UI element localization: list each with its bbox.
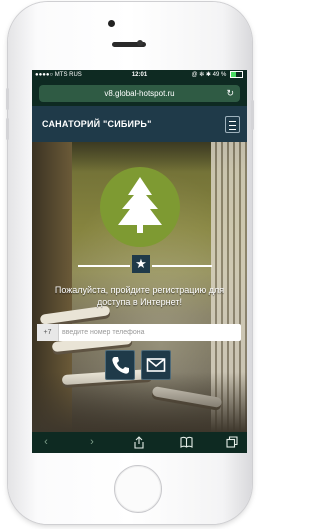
browser-address-bar: v8.global-hotspot.ru ↻ — [32, 81, 247, 106]
reload-icon[interactable]: ↻ — [226, 85, 234, 102]
power-button[interactable] — [251, 100, 254, 130]
divider-right — [152, 265, 212, 267]
phone-number-input[interactable] — [62, 324, 237, 341]
url-text: v8.global-hotspot.ru — [104, 89, 175, 98]
email-auth-button[interactable] — [141, 350, 171, 380]
forward-icon[interactable]: › — [82, 432, 102, 453]
status-right: @ ✻ ✱ 49 % — [191, 70, 243, 81]
share-icon[interactable] — [129, 432, 149, 453]
back-icon[interactable]: ‹ — [36, 432, 56, 453]
url-field[interactable]: v8.global-hotspot.ru ↻ — [39, 85, 240, 102]
status-indicators: @ ✻ ✱ — [191, 72, 211, 78]
front-camera-icon — [108, 20, 115, 27]
divider-left — [78, 265, 130, 267]
registration-prompt: Пожалуйста, пройдите регистрацию для дос… — [38, 284, 241, 308]
phone-auth-button[interactable] — [105, 350, 135, 380]
hamburger-menu-button[interactable] — [225, 116, 240, 133]
battery-percent: 49 % — [212, 72, 227, 78]
phone-screen: ●●●●○ MTS RUS 12:01 @ ✻ ✱ 49 % v8.global… — [32, 70, 247, 453]
phone-input-group: +7 — [37, 324, 241, 341]
prompt-line-1: Пожалуйста, пройдите регистрацию для — [54, 285, 225, 295]
battery-icon — [230, 70, 243, 78]
browser-toolbar: ‹ › — [32, 432, 247, 453]
volume-up-button[interactable] — [6, 88, 9, 110]
status-bar: ●●●●○ MTS RUS 12:01 @ ✻ ✱ 49 % — [32, 70, 247, 81]
prompt-line-2: доступа в Интернет! — [97, 297, 182, 307]
proximity-sensor — [137, 40, 143, 46]
mail-icon — [146, 358, 166, 372]
phone-icon — [112, 357, 129, 374]
photo-floor — [32, 372, 247, 432]
site-header: САНАТОРИЙ "СИБИРЬ" — [32, 106, 247, 142]
country-code-prefix: +7 — [37, 324, 59, 341]
hamburger-icon — [229, 121, 236, 122]
tabs-icon[interactable] — [222, 432, 242, 453]
volume-down-button[interactable] — [6, 118, 9, 140]
logo-badge — [100, 167, 180, 247]
star-icon: ★ — [132, 255, 150, 273]
site-title: САНАТОРИЙ "СИБИРЬ" — [42, 119, 152, 129]
bookmarks-icon[interactable] — [176, 432, 196, 453]
home-button[interactable] — [114, 465, 162, 513]
hero-background-photo: ★ Пожалуйста, пройдите регистрацию для д… — [32, 142, 247, 432]
fir-tree-icon — [118, 177, 162, 233]
